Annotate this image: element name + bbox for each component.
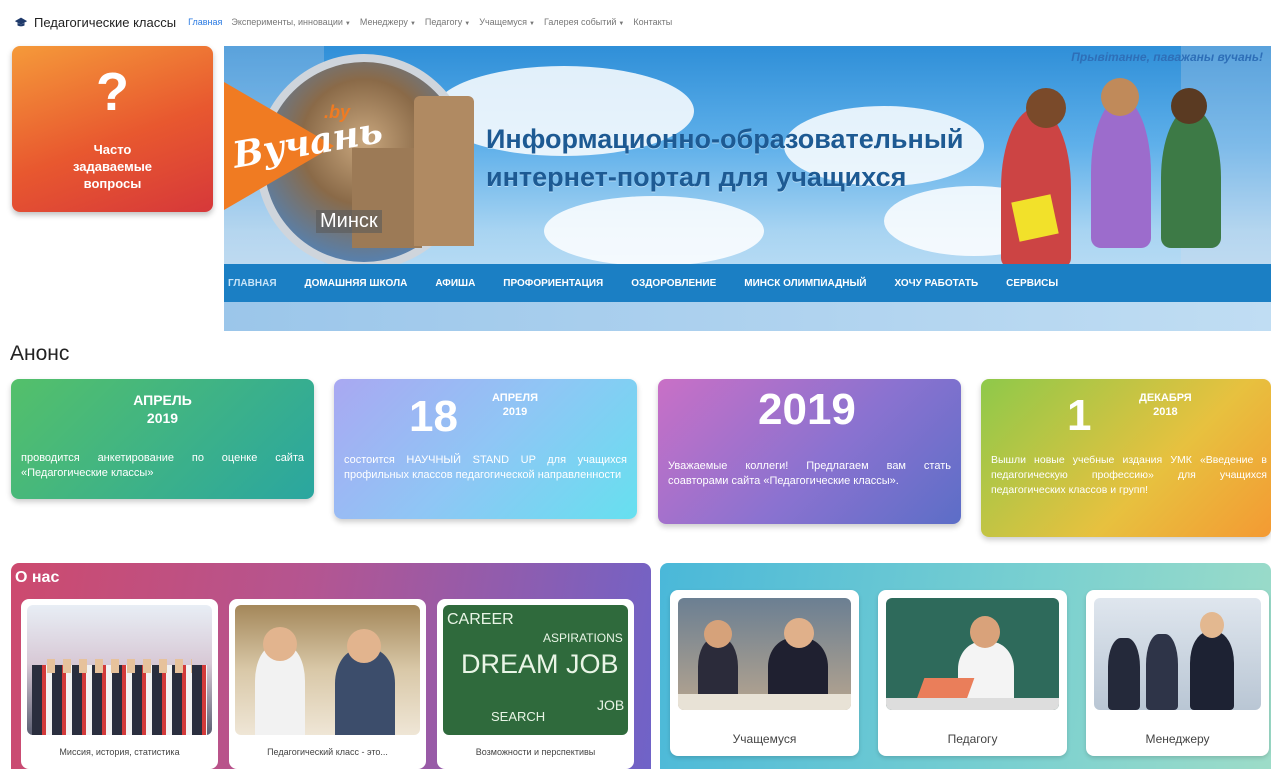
nav-link-experiments[interactable]: Эксперименты, инновации ▼ <box>231 17 351 27</box>
banner-title: Информационно-образовательный интернет-п… <box>486 124 964 192</box>
chevron-down-icon: ▼ <box>344 21 351 27</box>
section-title-about: О нас <box>15 569 60 586</box>
manager-figure <box>1108 638 1140 710</box>
nav-link-student[interactable]: Учащемуся ▼ <box>479 17 535 27</box>
banner-nav-health[interactable]: ОЗДОРОВЛЕНИЕ <box>631 278 716 289</box>
graduation-cap-icon <box>14 17 28 27</box>
nav-link-teacher[interactable]: Педагогу ▼ <box>425 17 470 27</box>
chevron-down-icon: ▼ <box>618 21 625 27</box>
student-figure <box>1161 108 1221 248</box>
students-image <box>991 68 1241 268</box>
nav-link-manager[interactable]: Менеджеру ▼ <box>360 17 416 27</box>
tile-caption: Миссия, история, статистика <box>59 747 180 757</box>
word-search: SEARCH <box>491 709 546 724</box>
section-title-anons: Анонс <box>10 342 70 365</box>
tile-caption: Педагогический класс - это... <box>267 747 388 757</box>
card-day: 18 <box>409 392 458 441</box>
teacher-head <box>970 616 1000 648</box>
teacher-photo <box>886 598 1059 710</box>
banner-nav: ГЛАВНАЯ ДОМАШНЯЯ ШКОЛА АФИША ПРОФОРИЕНТА… <box>224 264 1271 302</box>
child-head <box>347 629 381 663</box>
word-dream-job: DREAM JOB <box>461 649 619 679</box>
banner-bottom-strip <box>224 302 1271 331</box>
student-head <box>1026 88 1066 128</box>
role-tile-teacher[interactable]: Педагогу <box>878 590 1067 756</box>
about-tile-what-is[interactable]: Педагогический класс - это... <box>229 599 426 769</box>
faq-label: Часто задаваемые вопросы <box>72 142 153 191</box>
banner-greeting: Прывітанне, паважаны вучань! <box>1071 50 1263 64</box>
banner-nav-afisha[interactable]: АФИША <box>435 278 475 289</box>
logo-city: Минск <box>316 210 382 233</box>
nav-link-home[interactable]: Главная <box>188 17 222 27</box>
desk <box>678 694 851 710</box>
nav-link-gallery[interactable]: Галерея событий ▼ <box>544 17 624 27</box>
mission-photo <box>27 605 212 735</box>
tile-caption: Учащемуся <box>732 732 797 746</box>
site-brand[interactable]: Педагогические классы <box>14 15 176 30</box>
student-head <box>1101 78 1139 116</box>
about-section: О нас Миссия, история, статистика Педаго… <box>11 563 651 769</box>
student-figure <box>1091 98 1151 248</box>
tile-caption: Менеджеру <box>1145 732 1210 746</box>
chevron-down-icon: ▼ <box>464 21 471 27</box>
student-head <box>784 618 814 648</box>
students-group <box>32 665 207 735</box>
about-tile-mission[interactable]: Миссия, история, статистика <box>21 599 218 769</box>
banner-nav-work[interactable]: ХОЧУ РАБОТАТЬ <box>894 278 978 289</box>
word-career: CAREER <box>447 611 514 628</box>
student-head <box>1171 88 1207 124</box>
tile-caption: Возможности и перспективы <box>475 747 596 757</box>
anons-card[interactable]: 2019 Уважаемые коллеги! Предлагаем вам с… <box>658 379 961 524</box>
cloud <box>544 196 764 266</box>
card-text: состоится НАУЧНЫЙ STAND UP для учащихся … <box>344 454 627 481</box>
yellow-book <box>1011 194 1059 242</box>
hero-banner: Прывітанне, паважаны вучань! Вучань .by … <box>224 46 1271 331</box>
managers-photo <box>1094 598 1261 710</box>
question-mark-icon: ? <box>96 62 129 122</box>
chevron-down-icon: ▼ <box>409 21 416 27</box>
role-tile-student[interactable]: Учащемуся <box>670 590 859 756</box>
tile-caption: Педагогу <box>947 732 998 746</box>
desk <box>886 698 1059 710</box>
nav-link-contacts[interactable]: Контакты <box>633 17 672 27</box>
about-tile-opportunities[interactable]: CAREER DREAM JOB ASPIRATIONS SEARCH JOB … <box>437 599 634 769</box>
card-year: 2019 <box>758 385 856 434</box>
banner-nav-services[interactable]: СЕРВИСЫ <box>1006 278 1058 289</box>
brand-label: Педагогические классы <box>34 14 177 30</box>
student-heads <box>47 659 192 673</box>
banner-nav-career[interactable]: ПРОФОРИЕНТАЦИЯ <box>503 278 603 289</box>
word-job: JOB <box>597 697 625 713</box>
students-photo <box>678 598 851 710</box>
anons-card[interactable]: 1 ДЕКАБРЯ 2018 Вышли новые учебные издан… <box>981 379 1271 537</box>
faq-tile[interactable]: ? Часто задаваемые вопросы <box>12 46 213 212</box>
student-figure <box>1001 108 1071 268</box>
role-tile-manager[interactable]: Менеджеру <box>1086 590 1269 756</box>
manager-figure <box>1146 634 1178 710</box>
card-month: ДЕКАБРЯ 2018 <box>1139 392 1192 418</box>
card-text: проводится анкетирование по оценке сайта… <box>21 452 304 479</box>
manager-figure <box>1190 632 1234 710</box>
building-shape <box>352 148 422 248</box>
chevron-down-icon: ▼ <box>529 21 535 27</box>
banner-nav-home[interactable]: ГЛАВНАЯ <box>228 278 277 289</box>
anons-card[interactable]: АПРЕЛЬ 2019 проводится анкетирование по … <box>11 379 314 499</box>
banner-nav-olympiad[interactable]: МИНСК ОЛИМПИАДНЫЙ <box>744 278 866 289</box>
child-head <box>263 627 297 661</box>
card-text: Вышли новые учебные издания УМК «Введени… <box>991 454 1267 496</box>
banner-nav-home-school[interactable]: ДОМАШНЯЯ ШКОЛА <box>305 278 408 289</box>
roles-section: Учащемуся Педагогу Менеджеру <box>660 563 1271 769</box>
word-aspirations: ASPIRATIONS <box>543 631 623 645</box>
manager-head <box>1200 612 1224 638</box>
anons-card[interactable]: 18 АПРЕЛЯ 2019 состоится НАУЧНЫЙ STAND U… <box>334 379 637 519</box>
card-text: Уважаемые коллеги! Предлагаем вам стать … <box>668 460 951 487</box>
card-month: АПРЕЛЯ 2019 <box>492 392 539 418</box>
logo-domain: .by <box>324 102 351 122</box>
classroom-photo <box>235 605 420 735</box>
tower-shape <box>414 96 474 246</box>
chalkboard-photo: CAREER DREAM JOB ASPIRATIONS SEARCH JOB <box>443 605 628 735</box>
student-head <box>704 620 732 648</box>
top-navbar: Педагогические классы Главная Эксперимен… <box>0 0 1271 44</box>
card-date: АПРЕЛЬ 2019 <box>133 392 192 426</box>
card-day: 1 <box>1067 391 1092 440</box>
